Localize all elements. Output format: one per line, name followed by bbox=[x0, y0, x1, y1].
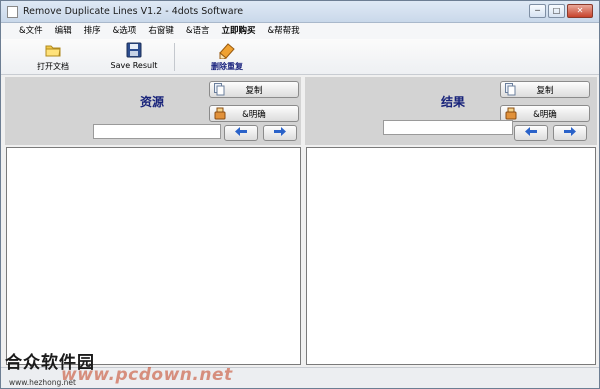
open-document-button[interactable]: 打开文档 bbox=[31, 41, 75, 73]
menu-bar: &文件 编辑 排序 &选项 右窗键 &语言 立即购买 &帮帮我 bbox=[1, 23, 599, 39]
result-search-input[interactable] bbox=[383, 120, 513, 135]
result-copy-button[interactable]: 复制 bbox=[500, 81, 590, 98]
eraser-icon bbox=[217, 41, 237, 59]
arrow-left-icon bbox=[235, 127, 247, 139]
menu-file[interactable]: &文件 bbox=[13, 23, 49, 39]
title-bar[interactable]: Remove Duplicate Lines V1.2 - 4dots Soft… bbox=[1, 1, 599, 23]
arrow-right-icon bbox=[274, 127, 286, 139]
source-next-button[interactable] bbox=[263, 125, 297, 141]
source-clear-button[interactable]: &明确 bbox=[209, 105, 299, 122]
source-prev-button[interactable] bbox=[224, 125, 258, 141]
copy-icon bbox=[214, 83, 225, 99]
minimize-button[interactable]: ─ bbox=[529, 4, 546, 18]
app-icon bbox=[7, 6, 18, 18]
source-search-input[interactable] bbox=[93, 124, 221, 139]
clear-icon bbox=[214, 107, 226, 123]
result-clear-label: &明确 bbox=[533, 109, 557, 120]
menu-sort[interactable]: 排序 bbox=[78, 23, 107, 39]
toolbar-separator bbox=[174, 43, 175, 71]
arrow-left-icon bbox=[525, 127, 537, 139]
menu-options[interactable]: &选项 bbox=[107, 23, 143, 39]
maximize-button[interactable]: □ bbox=[548, 4, 565, 18]
copy-icon bbox=[505, 83, 516, 99]
watermark-pcdown: www.pcdown.net bbox=[61, 365, 233, 385]
source-text-area[interactable] bbox=[6, 147, 301, 365]
source-pane-header: 资源 复制 &明确 bbox=[5, 77, 301, 145]
menu-context-menu[interactable]: 右窗键 bbox=[142, 23, 180, 39]
save-result-button[interactable]: Save Result bbox=[109, 41, 159, 73]
result-title: 结果 bbox=[441, 95, 466, 109]
arrow-right-icon bbox=[564, 127, 576, 139]
menu-buy-now[interactable]: 立即购买 bbox=[215, 23, 261, 39]
remove-duplicates-label: 删除重复 bbox=[211, 62, 243, 71]
menu-edit[interactable]: 编辑 bbox=[49, 23, 78, 39]
window-title: Remove Duplicate Lines V1.2 - 4dots Soft… bbox=[23, 6, 244, 17]
folder-open-icon bbox=[44, 41, 62, 59]
source-title: 资源 bbox=[140, 95, 165, 109]
remove-duplicates-button[interactable]: 删除重复 bbox=[205, 41, 249, 73]
result-copy-label: 复制 bbox=[536, 85, 554, 96]
source-clear-label: &明确 bbox=[242, 109, 266, 120]
menu-language[interactable]: &语言 bbox=[180, 23, 216, 39]
result-next-button[interactable] bbox=[553, 125, 587, 141]
menu-help[interactable]: &帮帮我 bbox=[261, 23, 305, 39]
toolbar: 打开文档 Save Result 删除重复 bbox=[1, 39, 599, 75]
source-copy-button[interactable]: 复制 bbox=[209, 81, 299, 98]
floppy-disk-icon bbox=[126, 41, 142, 59]
source-copy-label: 复制 bbox=[245, 85, 263, 96]
app-window: Remove Duplicate Lines V1.2 - 4dots Soft… bbox=[0, 0, 600, 389]
result-pane-header: 结果 复制 &明确 bbox=[305, 77, 597, 145]
open-document-label: 打开文档 bbox=[37, 62, 69, 71]
result-clear-button[interactable]: &明确 bbox=[500, 105, 590, 122]
close-button[interactable]: ✕ bbox=[567, 4, 593, 18]
window-controls: ─ □ ✕ bbox=[529, 4, 593, 18]
result-text-area[interactable] bbox=[306, 147, 596, 365]
result-prev-button[interactable] bbox=[514, 125, 548, 141]
save-result-label: Save Result bbox=[110, 61, 158, 70]
